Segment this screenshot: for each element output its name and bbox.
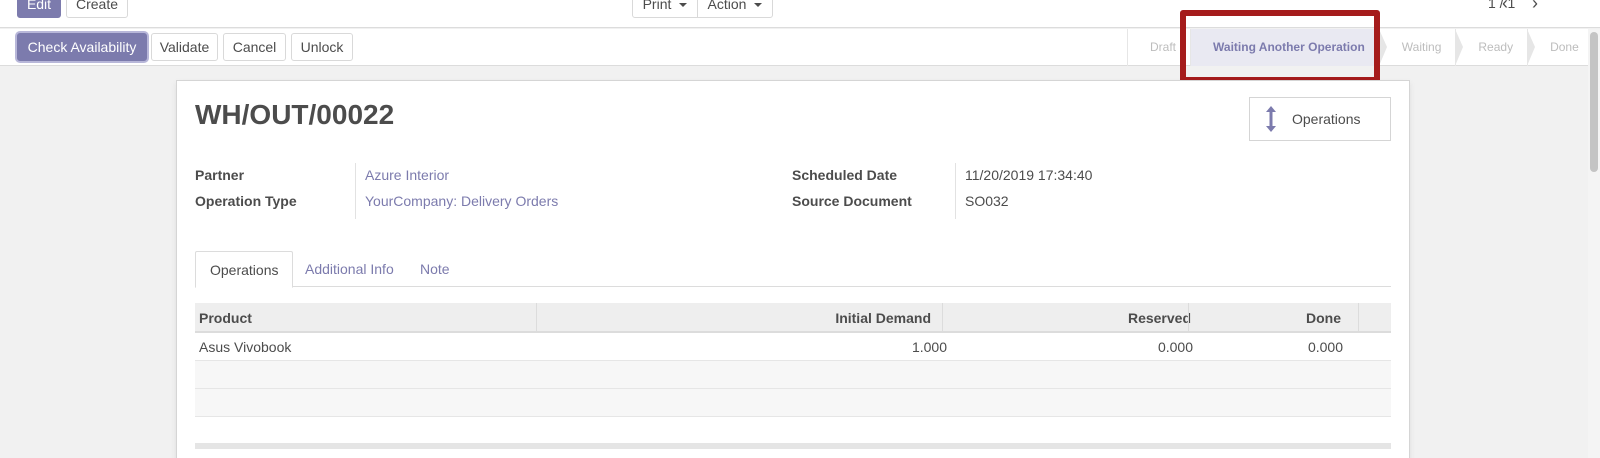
column-header-product[interactable]: Product: [199, 303, 252, 333]
operations-smart-button-label: Operations: [1292, 111, 1361, 127]
source-document-value: SO032: [965, 193, 1009, 209]
table-row[interactable]: Asus Vivobook 1.000 0.000 0.000: [195, 333, 1391, 361]
stage-label: Ready: [1478, 40, 1514, 54]
stage-ready[interactable]: Ready: [1455, 29, 1536, 66]
stage-done[interactable]: Done: [1527, 29, 1595, 66]
status-header: Check Availability Validate Cancel Unloc…: [0, 29, 1600, 66]
cell-done: 0.000: [1307, 339, 1343, 355]
column-divider: [536, 303, 537, 333]
print-dropdown[interactable]: Print: [632, 0, 698, 18]
field-divider: [355, 163, 356, 219]
operations-table: Product Initial Demand Reserved Done Asu…: [195, 303, 1391, 449]
unlock-button[interactable]: Unlock: [291, 33, 353, 61]
scrollbar-thumb[interactable]: [1590, 32, 1598, 172]
partner-value[interactable]: Azure Interior: [365, 167, 449, 183]
column-divider: [942, 303, 943, 333]
tab-operations[interactable]: Operations: [195, 251, 294, 288]
print-label: Print: [642, 0, 672, 12]
control-panel-top: Edit Create Print Action 1 / 1 ‹ ›: [0, 0, 1600, 28]
stage-waiting-another-operation[interactable]: Waiting Another Operation: [1190, 29, 1387, 66]
scheduled-date-value: 11/20/2019 17:34:40: [965, 167, 1093, 183]
action-label: Action: [707, 0, 747, 12]
cell-reserved: 0.000: [1157, 339, 1193, 355]
chevron-right-icon[interactable]: ›: [1532, 0, 1538, 14]
partner-label: Partner: [195, 167, 245, 183]
status-bar: Draft Waiting Another Operation Waiting …: [1127, 29, 1595, 66]
caret-down-icon: [754, 3, 763, 8]
validate-button[interactable]: Validate: [151, 33, 218, 61]
stage-label: Waiting: [1401, 40, 1442, 54]
tab-additional-info[interactable]: Additional Info: [291, 251, 408, 287]
vertical-arrows-icon: [1250, 105, 1292, 133]
stage-label: Waiting Another Operation: [1213, 40, 1365, 54]
stage-draft[interactable]: Draft: [1127, 29, 1199, 66]
caret-down-icon: [679, 3, 688, 8]
cancel-button[interactable]: Cancel: [223, 33, 286, 61]
create-button[interactable]: Create: [66, 0, 128, 18]
action-dropdown[interactable]: Action: [697, 0, 773, 18]
column-header-done[interactable]: Done: [1306, 303, 1341, 333]
column-divider: [1188, 303, 1189, 333]
table-header: Product Initial Demand Reserved Done: [195, 303, 1391, 333]
table-footer: [195, 443, 1391, 449]
notebook-tabs: Operations Additional Info Note: [195, 251, 1391, 288]
edit-button[interactable]: Edit: [17, 0, 61, 18]
operation-type-value[interactable]: YourCompany: Delivery Orders: [365, 193, 558, 209]
chevron-left-icon[interactable]: ‹: [1502, 0, 1508, 14]
stage-waiting[interactable]: Waiting: [1378, 29, 1464, 66]
record-title: WH/OUT/00022: [195, 99, 395, 130]
scheduled-date-label: Scheduled Date: [792, 167, 898, 183]
column-header-initial-demand[interactable]: Initial Demand: [835, 303, 931, 333]
column-divider: [1358, 303, 1359, 333]
table-row-empty: [195, 361, 1391, 389]
field-divider: [955, 163, 956, 219]
operations-smart-button[interactable]: Operations: [1249, 97, 1391, 141]
form-sheet: WH/OUT/00022 Operations Partner Azure In…: [176, 80, 1410, 458]
table-row-empty: [195, 389, 1391, 417]
column-header-reserved[interactable]: Reserved: [1128, 303, 1191, 333]
cell-product: Asus Vivobook: [199, 339, 292, 355]
stage-label: Done: [1550, 40, 1579, 54]
source-document-label: Source Document: [792, 193, 912, 209]
stage-label: Draft: [1150, 40, 1177, 54]
cell-initial-demand: 1.000: [911, 339, 947, 355]
tab-note[interactable]: Note: [406, 251, 464, 287]
check-availability-button[interactable]: Check Availability: [17, 33, 147, 61]
operation-type-label: Operation Type: [195, 193, 297, 209]
